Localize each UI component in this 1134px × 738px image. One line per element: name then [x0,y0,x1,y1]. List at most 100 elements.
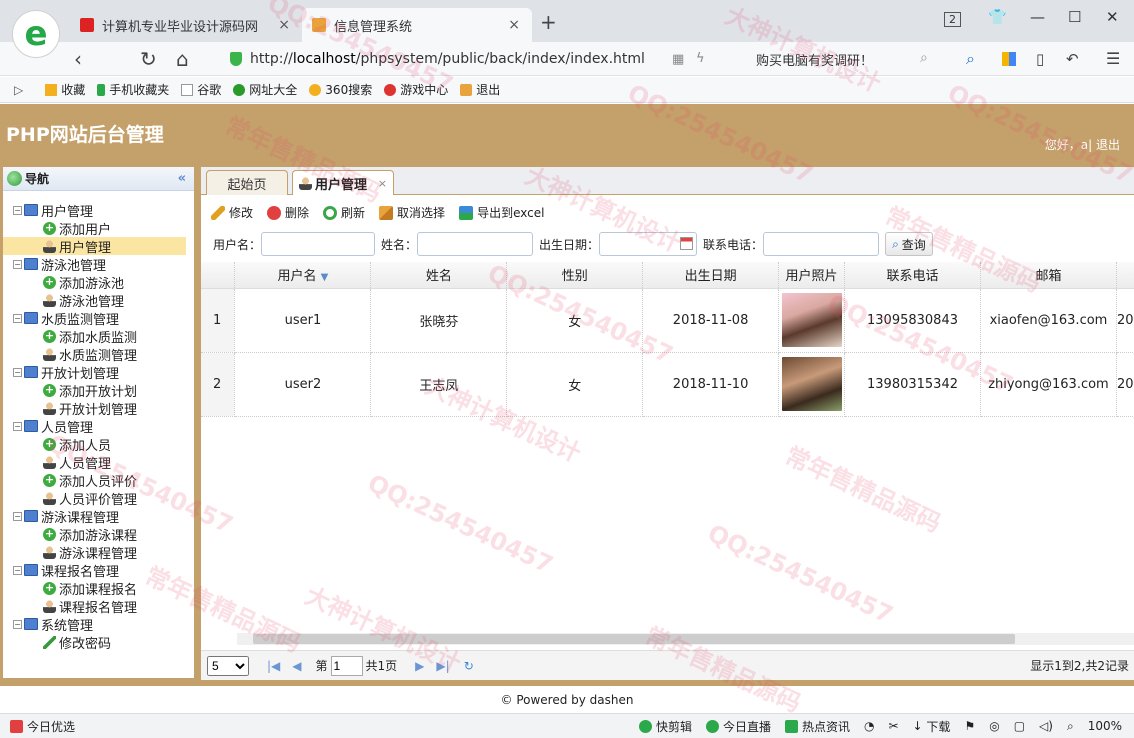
bookmark-favorites[interactable]: 收藏 [45,81,85,98]
user-greeting-logout[interactable]: 您好，a| 退出 [1045,136,1120,153]
ad-text[interactable]: 购买电脑有奖调研！ [756,50,873,69]
new-tab-button[interactable]: + [540,10,557,34]
tab-home[interactable]: 起始页 [206,170,288,195]
tool-icon[interactable]: ✂ [888,719,898,733]
table-row[interactable]: 1 user1 张晓芬 女 2018-11-08 13095830843 xia… [201,288,1134,353]
collapse-toggle-icon[interactable]: − [13,205,22,215]
username-input[interactable] [261,232,376,256]
sidebar-group[interactable]: − 游泳池管理 [3,255,194,274]
scrollbar-thumb[interactable] [253,634,1015,644]
close-window-icon[interactable]: ✕ [1106,8,1119,26]
browser-icon[interactable]: ◎ [989,719,999,733]
calendar-icon[interactable] [680,237,694,250]
last-page-icon[interactable]: ▶| [436,659,449,673]
column-header-name[interactable]: 姓名 [370,262,508,289]
refresh-button[interactable]: 刷新 [323,204,365,221]
column-header-extra[interactable] [1116,262,1134,289]
lightning-icon[interactable]: ϟ [696,51,705,66]
collapse-toggle-icon[interactable]: − [13,367,22,377]
back-icon[interactable]: ‹ [74,47,82,71]
bookmark-game-center[interactable]: 游戏中心 [384,81,448,98]
apps-icon[interactable] [1002,52,1016,66]
bookmark-exit[interactable]: 退出 [460,81,500,98]
column-header-gender[interactable]: 性别 [506,262,644,289]
sidebar-item[interactable]: 用户管理 [3,237,186,256]
export-excel-button[interactable]: 导出到excel [459,204,544,221]
sidebar-group[interactable]: − 水质监测管理 [3,309,194,328]
sidebar-item[interactable]: 人员管理 [3,453,194,472]
reader-icon[interactable]: ▯ [1036,50,1044,68]
status-item-live[interactable]: 今日直播 [705,718,771,735]
volume-icon[interactable]: ◁) [1039,719,1053,733]
first-page-icon[interactable]: |◀ [267,659,280,673]
delete-button[interactable]: 删除 [267,204,309,221]
sidebar-item[interactable]: + 添加用户 [3,219,194,238]
phone-input[interactable] [763,232,880,256]
sidebar-item[interactable]: 游泳池管理 [3,291,194,310]
next-page-icon[interactable]: ▶ [415,659,424,673]
close-icon[interactable]: × [278,17,290,33]
collapse-toggle-icon[interactable]: − [13,259,22,269]
bookmark-google[interactable]: 谷歌 [181,81,221,98]
bookmark-mobile[interactable]: 手机收藏夹 [97,81,169,98]
status-item-download[interactable]: ↓ 下载 [913,718,951,735]
reload-icon[interactable]: ↻ [464,659,474,673]
sidebar-item[interactable]: + 添加课程报名 [3,579,194,598]
zoom-level[interactable]: 100% [1088,719,1122,733]
browser-tab-1[interactable]: 计算机专业毕业设计源码网 × [70,8,302,42]
collapse-icon[interactable]: « [178,171,186,186]
sidebar-item[interactable]: + 添加开放计划 [3,381,194,400]
sidebar-item[interactable]: + 添加人员 [3,435,194,454]
maximize-icon[interactable]: ☐ [1068,8,1081,26]
column-header-email[interactable]: 邮箱 [980,262,1117,289]
browser-tab-2[interactable]: 信息管理系统 × [302,8,532,42]
column-header-phone[interactable]: 联系电话 [844,262,981,289]
sidebar-item[interactable]: + 添加游泳池 [3,273,194,292]
horizontal-scrollbar[interactable] [237,633,1134,645]
prev-page-icon[interactable]: ◀ [292,659,301,673]
sidebar-item[interactable]: 开放计划管理 [3,399,194,418]
status-item-news[interactable]: 热点资讯 [784,718,850,735]
sidebar-item[interactable]: + 添加人员评价 [3,471,194,490]
window-icon[interactable]: ▢ [1014,719,1025,733]
edit-button[interactable]: 修改 [211,204,253,221]
home-icon[interactable]: ⌂ [176,47,189,71]
status-left[interactable]: 今日优选 [10,718,75,735]
column-header-username[interactable]: 用户名 ▼ [234,262,372,289]
flag-icon[interactable]: ⚑ [964,719,975,733]
page-input[interactable] [330,655,363,676]
tab-count-badge[interactable]: 2 [944,12,961,27]
search-icon[interactable]: ⌕ [920,50,928,66]
reload-icon[interactable]: ↻ [140,47,157,71]
sidebar-item[interactable]: 游泳课程管理 [3,543,194,562]
sidebar-group[interactable]: − 系统管理 [3,615,194,634]
unselect-button[interactable]: 取消选择 [379,204,445,221]
speed-icon[interactable]: ◔ [864,719,874,733]
sidebar-group[interactable]: − 人员管理 [3,417,194,436]
undo-icon[interactable]: ↶ [1066,50,1079,68]
zoom-search-icon[interactable]: ⌕ [1067,719,1074,734]
sidebar-item[interactable]: 人员评价管理 [3,489,194,508]
status-item-clip[interactable]: 快剪辑 [638,718,692,735]
minimize-icon[interactable]: — [1030,8,1045,26]
qr-icon[interactable]: ▦ [672,52,684,67]
name-input[interactable] [417,232,534,256]
collapse-toggle-icon[interactable]: − [13,619,22,629]
sidebar-group[interactable]: − 用户管理 [3,201,194,220]
sidebar-group[interactable]: − 开放计划管理 [3,363,194,382]
close-icon[interactable]: × [508,17,520,33]
collapse-toggle-icon[interactable]: − [13,511,22,521]
column-header-birth[interactable]: 出生日期 [642,262,780,289]
query-button[interactable]: ⌕ 查询 [885,232,933,256]
close-icon[interactable]: × [378,177,387,190]
menu-icon[interactable]: ☰ [1106,49,1120,68]
bookmark-directory[interactable]: 网址大全 [233,81,297,98]
search-engine-icon[interactable]: ⌕ [966,49,975,69]
column-header-photo[interactable]: 用户照片 [778,262,846,289]
sidebar-toggle-icon[interactable]: ▷ [14,83,23,97]
page-size-select[interactable]: 5 [207,655,249,676]
collapse-toggle-icon[interactable]: − [13,565,22,575]
sidebar-item[interactable]: 水质监测管理 [3,345,194,364]
collapse-toggle-icon[interactable]: − [13,421,22,431]
sidebar-item[interactable]: 课程报名管理 [3,597,194,616]
